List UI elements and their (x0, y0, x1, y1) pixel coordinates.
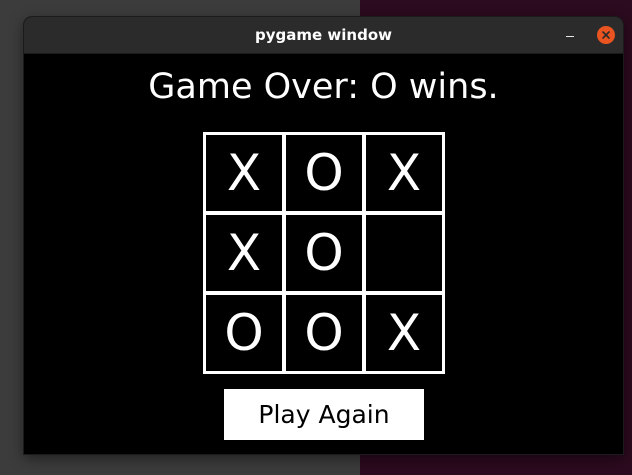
game-canvas: Game Over: O wins. X O X X O O O X Play … (24, 54, 623, 454)
play-again-button[interactable]: Play Again (224, 389, 424, 440)
close-icon (602, 31, 610, 39)
minimize-button[interactable] (563, 28, 577, 42)
board-cell-2-2[interactable]: X (366, 295, 442, 371)
pygame-window: pygame window Game Over: O wins. X O X X… (24, 17, 623, 454)
game-status: Game Over: O wins. (148, 67, 499, 107)
board-cell-1-2[interactable] (366, 215, 442, 291)
board-cell-0-2[interactable]: X (366, 135, 442, 211)
board-cell-0-1[interactable]: O (286, 135, 362, 211)
board-cell-2-1[interactable]: O (286, 295, 362, 371)
board-cell-1-0[interactable]: X (206, 215, 282, 291)
board-cell-2-0[interactable]: O (206, 295, 282, 371)
board-cell-0-0[interactable]: X (206, 135, 282, 211)
close-button[interactable] (597, 26, 615, 44)
window-titlebar[interactable]: pygame window (24, 17, 623, 54)
window-title: pygame window (255, 26, 392, 44)
tic-tac-toe-board: X O X X O O O X (203, 132, 445, 374)
board-cell-1-1[interactable]: O (286, 215, 362, 291)
